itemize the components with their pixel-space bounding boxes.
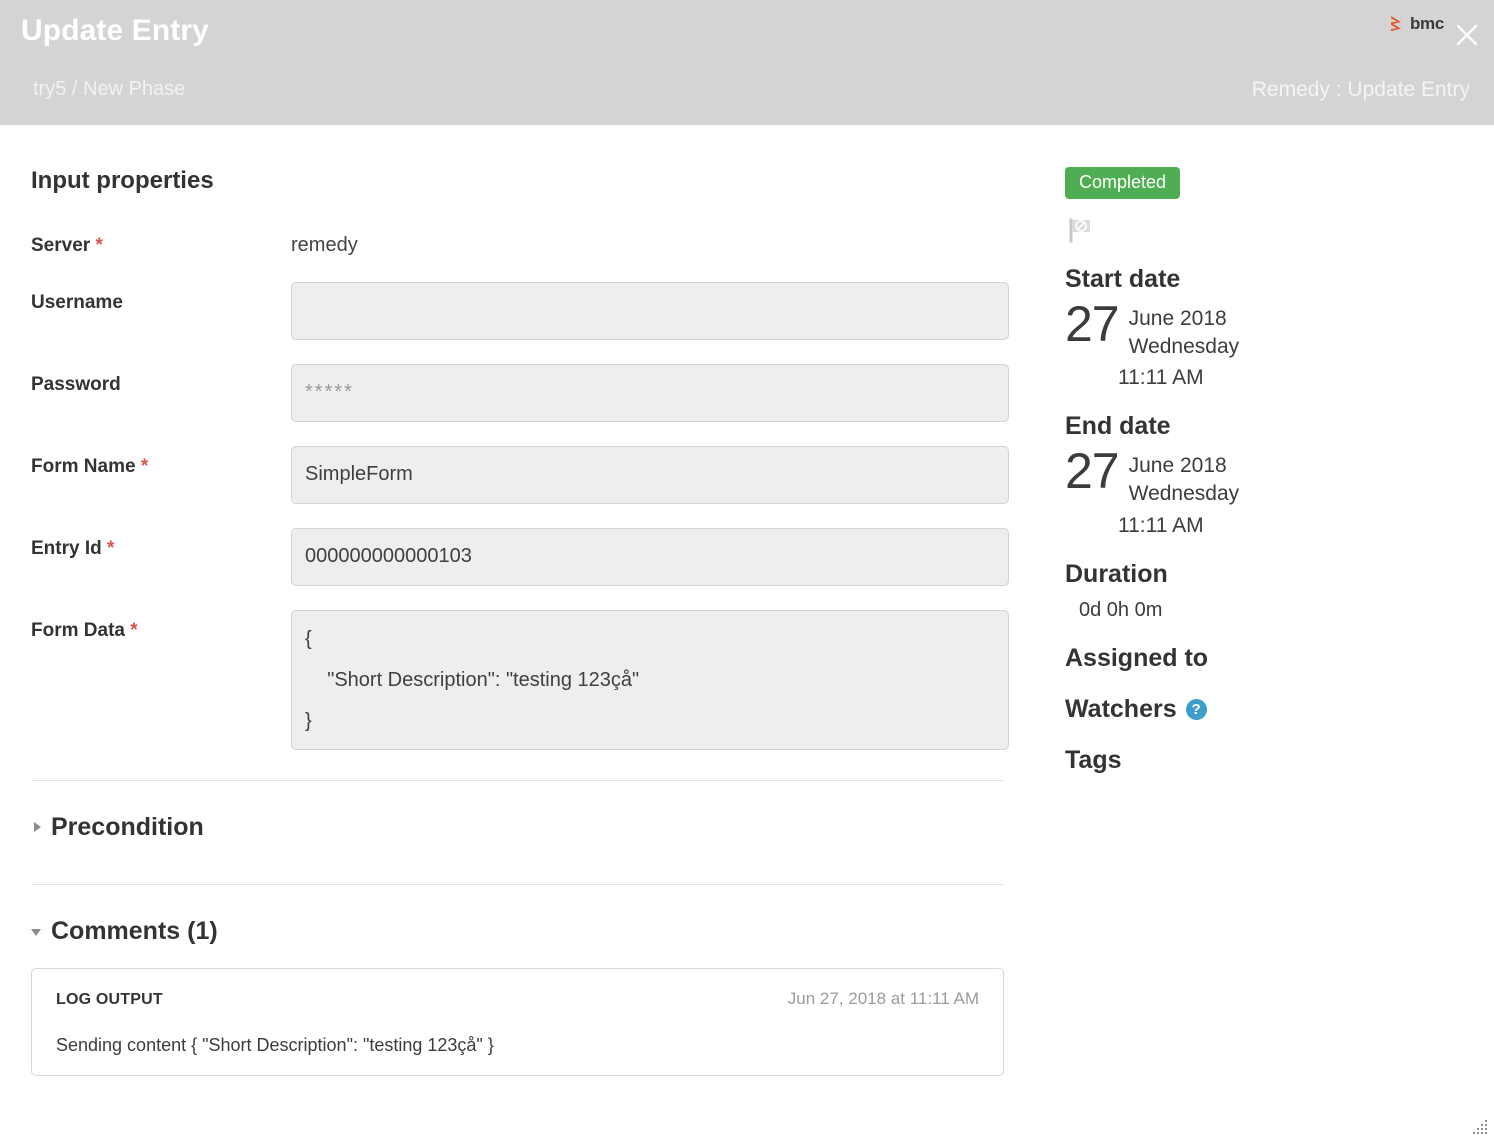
start-date-weekday: Wednesday [1128, 334, 1240, 358]
start-date-day: 27 [1065, 296, 1120, 352]
bmc-logo-text: bmc [1409, 14, 1444, 33]
form-row-username: Username [0, 281, 1035, 340]
form-row-form-name: Form Name * [0, 445, 1035, 504]
field-label-username: Username [31, 282, 291, 315]
end-date-weekday: Wednesday [1128, 482, 1240, 506]
start-date-time: 11:11 AM [1118, 366, 1204, 390]
field-label-text: Form Name [31, 455, 136, 477]
comment-item: LOG OUTPUT Jun 27, 2018 at 11:11 AM Send… [31, 967, 1004, 1076]
end-date-time: 11:11 AM [1118, 513, 1204, 537]
bmc-chevron-icon [1390, 16, 1401, 32]
input-properties-heading: Input properties [31, 167, 214, 194]
field-label-form-data: Form Data * [31, 610, 291, 643]
start-date-month-weekday: June 2018 Wednesday [1129, 300, 1240, 360]
form-row-server: Server * remedy [0, 225, 1035, 258]
form-row-form-data: Form Data * { "Short Description": "test… [0, 609, 1035, 750]
comment-timestamp: Jun 27, 2018 at 11:11 AM [787, 988, 979, 1008]
end-date-block: 27 June 2018 Wednesday [1065, 443, 1494, 507]
duration-heading: Duration [1065, 559, 1168, 588]
field-label-text: Username [31, 291, 123, 313]
comments-section-toggle[interactable]: Comments (1) [31, 917, 1035, 946]
required-asterisk: * [107, 537, 115, 559]
username-input[interactable] [291, 281, 1009, 340]
main-content: Input properties Server * remedy Usernam… [0, 125, 1035, 1140]
tags-heading: Tags [1065, 745, 1122, 774]
start-date-block: 27 June 2018 Wednesday [1065, 296, 1494, 360]
divider-comments-top [31, 883, 1004, 885]
entry-id-input[interactable] [291, 527, 1009, 586]
form-data-textarea[interactable]: { "Short Description": "testing 123çå" } [291, 609, 1009, 750]
dialog-header: Update Entry try5 / New Phase Remedy : U… [0, 0, 1494, 125]
header-context-label: Remedy : Update Entry [1251, 78, 1470, 101]
required-asterisk: * [140, 455, 149, 477]
start-date-month-year: June 2018 [1128, 307, 1227, 330]
server-value: remedy [291, 234, 358, 256]
form-name-input[interactable] [291, 445, 1009, 504]
close-button[interactable] [1452, 20, 1482, 50]
resize-grip-icon [1473, 1120, 1487, 1134]
details-sidebar: Completed Start date 27 June 2018 Wednes… [1035, 125, 1494, 1140]
field-label-entry-id: Entry Id * [31, 528, 291, 561]
watchers-heading: Watchers [1065, 694, 1177, 723]
flag-blocked-icon[interactable] [1068, 217, 1094, 243]
comment-header: LOG OUTPUT Jun 27, 2018 at 11:11 AM [56, 989, 979, 1009]
breadcrumb: try5 / New Phase [33, 78, 186, 100]
field-label-text: Entry Id [31, 537, 102, 559]
status-badge: Completed [1065, 167, 1181, 199]
assigned-to-heading: Assigned to [1065, 643, 1209, 672]
dialog-body: Input properties Server * remedy Usernam… [0, 125, 1494, 1140]
field-label-form-name: Form Name * [31, 446, 291, 479]
required-asterisk: * [95, 235, 103, 256]
chevron-right-icon [34, 822, 41, 833]
start-date-heading: Start date [1065, 265, 1181, 293]
watchers-row: Watchers ? [1065, 695, 1494, 724]
required-asterisk: * [130, 619, 138, 641]
duration-value: 0d 0h 0m [1079, 598, 1163, 621]
field-label-text: Server [31, 235, 91, 256]
field-label-password: Password [31, 364, 291, 397]
bmc-logo: bmc [1388, 14, 1444, 33]
precondition-title: Precondition [51, 812, 204, 841]
chevron-down-icon [31, 929, 41, 937]
precondition-section-toggle[interactable]: Precondition [31, 813, 1035, 842]
comment-author: LOG OUTPUT [56, 990, 163, 1008]
end-date-month-weekday: June 2018 Wednesday [1129, 447, 1240, 507]
page-title: Update Entry [21, 14, 209, 47]
comments-title: Comments (1) [51, 916, 218, 945]
form-row-entry-id: Entry Id * [0, 527, 1035, 586]
field-label-text: Password [31, 373, 121, 395]
form-row-password: Password [0, 363, 1035, 422]
end-date-heading: End date [1065, 412, 1171, 441]
divider-precondition-top [31, 779, 1004, 781]
end-date-day: 27 [1065, 443, 1120, 500]
field-label-text: Form Data [31, 619, 125, 641]
password-input[interactable] [291, 363, 1009, 422]
resize-handle[interactable] [1471, 1118, 1489, 1136]
field-label-server: Server * [31, 225, 291, 258]
end-date-month-year: June 2018 [1128, 454, 1227, 478]
help-icon[interactable]: ? [1185, 698, 1207, 720]
comment-body: Sending content { "Short Description": "… [56, 1034, 494, 1055]
close-icon [1456, 24, 1478, 46]
